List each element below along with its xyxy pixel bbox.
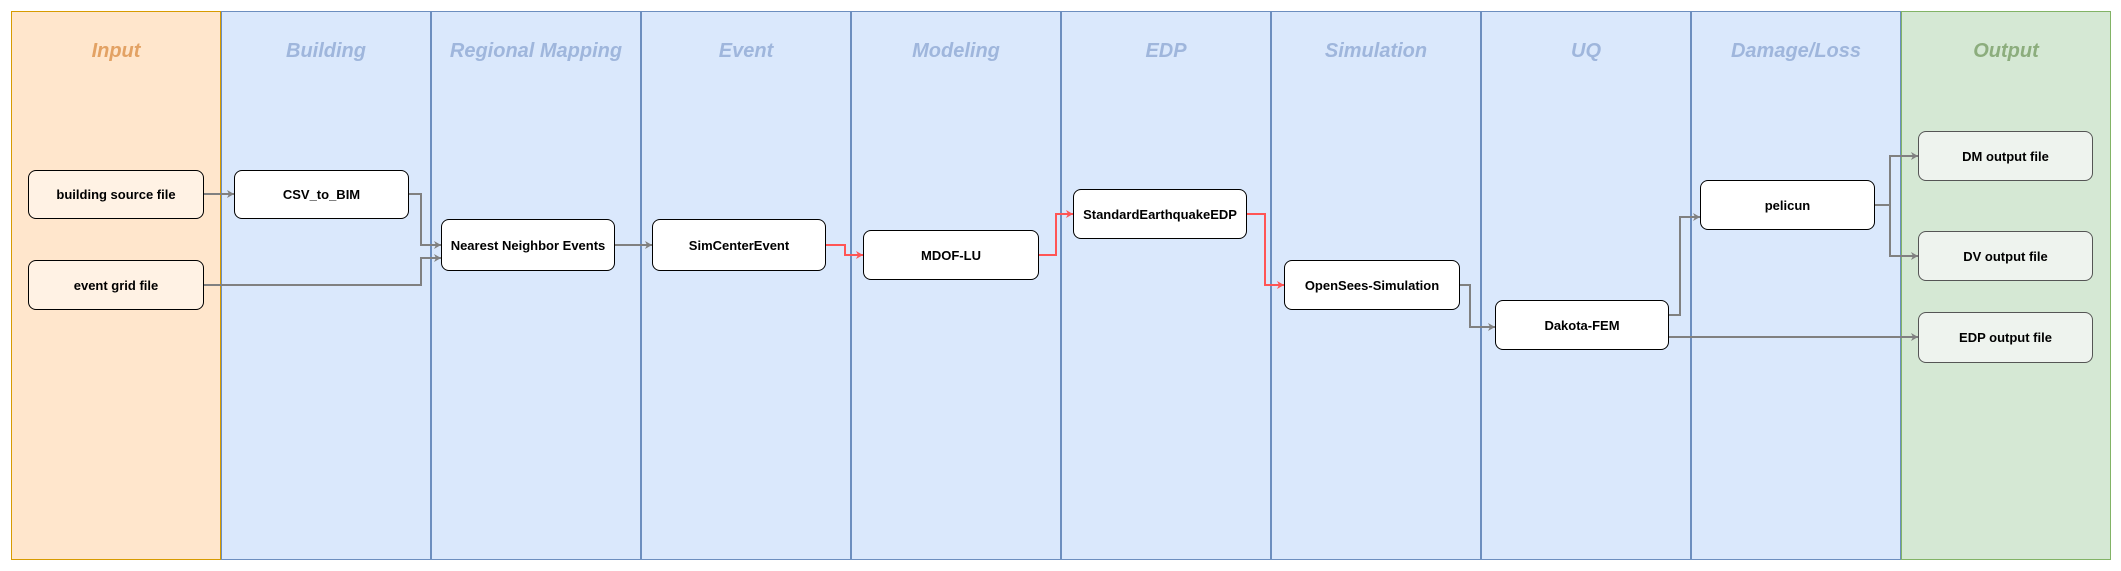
edge-mdof_lu-to-standard_edp xyxy=(1039,210,1073,256)
edge-building_source_file-to-csv_to_bim xyxy=(204,190,234,198)
edge-layer xyxy=(204,152,1918,341)
edge-dakota-to-edp_output xyxy=(1669,333,1918,341)
edge-opensees-to-dakota xyxy=(1460,284,1495,331)
edge-dakota-to-pelicun xyxy=(1669,213,1700,316)
edge-pelicun-to-dm_output xyxy=(1875,152,1918,206)
edge-standard_edp-to-opensees xyxy=(1247,213,1284,289)
edge-nearest_neighbor-to-simcenter_event xyxy=(615,241,652,249)
edge-event_grid_file-to-nearest_neighbor xyxy=(204,254,441,286)
edge-simcenter_event-to-mdof_lu xyxy=(826,244,863,259)
edge-pelicun-to-dv_output xyxy=(1889,205,1918,260)
edge-csv_to_bim-to-nearest_neighbor xyxy=(409,193,441,249)
